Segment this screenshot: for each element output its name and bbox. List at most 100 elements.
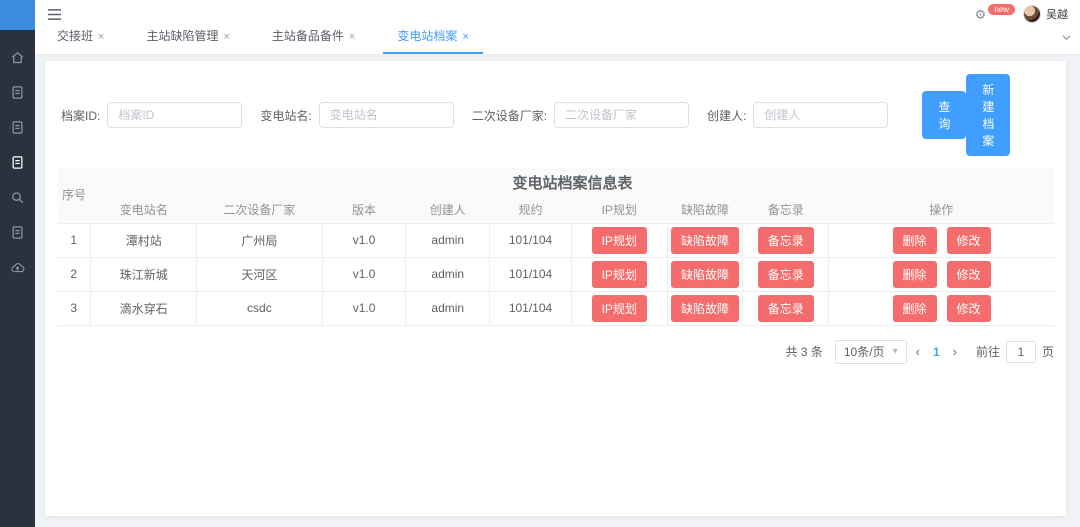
topbar: ⚙ new 吴越 [35, 0, 1080, 28]
archive-table: 序号 变电站档案信息表 变电站名 二次设备厂家 版本 创建人 规约 IP规划 [57, 167, 1054, 326]
ip-plan-button[interactable]: IP规划 [592, 295, 647, 322]
main-area: ⚙ new 吴越 交接班× 主站缺陷管理× 主站备品备件× 变电站档案 × 档案ID: [35, 0, 1080, 527]
sidebar-menu [0, 30, 35, 287]
column-header-vendor: 二次设备厂家 [197, 197, 323, 223]
creator-label: 创建人: [707, 107, 746, 124]
tab-2[interactable]: 主站备品备件× [258, 27, 369, 54]
creator-cell: admin [406, 257, 490, 291]
current-page[interactable]: 1 [929, 345, 944, 359]
sidebar-item-4[interactable] [0, 182, 35, 217]
column-header-ip-plan: IP规划 [571, 197, 667, 223]
vendor-cell: 天河区 [197, 257, 323, 291]
document-icon [10, 155, 25, 175]
prev-page-button[interactable]: ‹ [907, 344, 929, 359]
app-window: ⚙ new 吴越 交接班× 主站缺陷管理× 主站备品备件× 变电站档案 × 档案ID: [0, 0, 1080, 527]
hamburger-menu-icon[interactable] [47, 8, 62, 21]
sidebar-item-5[interactable] [0, 217, 35, 252]
tab-3[interactable]: 变电站档案 × [383, 27, 482, 54]
search-button[interactable]: 查询 [922, 91, 966, 139]
memo-button-cell: 备忘录 [743, 223, 829, 257]
column-header-station: 变电站名 [91, 197, 197, 223]
new-badge[interactable]: new [988, 4, 1015, 15]
sidebar-item-3[interactable] [0, 147, 35, 182]
table-row: 3滴水穿石csdcv1.0admin101/104IP规划缺陷故障备忘录删除修改 [57, 291, 1054, 325]
ip-plan-button-cell: IP规划 [571, 223, 667, 257]
page-size-select[interactable]: 10条/页 ▾ [835, 340, 907, 364]
defect-button[interactable]: 缺陷故障 [671, 261, 739, 288]
close-icon[interactable]: × [462, 31, 468, 43]
actions-cell: 删除修改 [829, 223, 1054, 257]
edit-button[interactable]: 修改 [947, 261, 991, 288]
column-header-version: 版本 [322, 197, 406, 223]
station-cell: 潭村站 [91, 223, 197, 257]
creator-input[interactable] [753, 102, 888, 128]
content-area: 档案ID: 变电站名: 二次设备厂家: 创建人: [35, 55, 1080, 526]
sidebar-item-6[interactable] [0, 252, 35, 287]
username[interactable]: 吴越 [1046, 6, 1068, 22]
delete-button[interactable]: 删除 [893, 261, 937, 288]
archive-card: 档案ID: 变电站名: 二次设备厂家: 创建人: [45, 61, 1066, 516]
delete-button[interactable]: 删除 [893, 227, 937, 254]
memo-button[interactable]: 备忘录 [758, 261, 814, 288]
create-archive-button[interactable]: 新建档案 [966, 74, 1010, 156]
ip-plan-button[interactable]: IP规划 [592, 261, 647, 288]
document-icon [10, 85, 25, 105]
defect-button[interactable]: 缺陷故障 [671, 295, 739, 322]
memo-button-cell: 备忘录 [743, 291, 829, 325]
version-cell: v1.0 [322, 257, 406, 291]
tab-label: 变电站档案 [397, 29, 457, 43]
ip-plan-button[interactable]: IP规划 [592, 227, 647, 254]
memo-button-cell: 备忘录 [743, 257, 829, 291]
close-icon[interactable]: × [98, 31, 104, 43]
station-cell: 珠江新城 [91, 257, 197, 291]
ip-plan-button-cell: IP规划 [571, 291, 667, 325]
edit-button[interactable]: 修改 [947, 295, 991, 322]
app-logo [0, 0, 35, 30]
edit-button[interactable]: 修改 [947, 227, 991, 254]
version-cell: v1.0 [322, 223, 406, 257]
column-header-defect: 缺陷故障 [667, 197, 743, 223]
defect-button[interactable]: 缺陷故障 [671, 227, 739, 254]
sidebar-item-0[interactable] [0, 42, 35, 77]
defect-button-cell: 缺陷故障 [667, 257, 743, 291]
vendor-cell: 广州局 [197, 223, 323, 257]
seq-cell: 1 [57, 223, 91, 257]
station-name-input[interactable] [319, 102, 454, 128]
station-name-label: 变电站名: [260, 107, 311, 124]
table-row: 1潭村站广州局v1.0admin101/104IP规划缺陷故障备忘录删除修改 [57, 223, 1054, 257]
delete-button[interactable]: 删除 [893, 295, 937, 322]
sidebar-item-2[interactable] [0, 112, 35, 147]
column-header-creator: 创建人 [406, 197, 490, 223]
creator-cell: admin [406, 223, 490, 257]
cloud-upload-icon [10, 260, 25, 280]
archive-id-input[interactable] [107, 102, 242, 128]
next-page-button[interactable]: › [944, 344, 966, 359]
close-icon[interactable]: × [349, 31, 355, 43]
vendor-cell: csdc [197, 291, 323, 325]
vendor-input[interactable] [554, 102, 689, 128]
tab-bar: 交接班× 主站缺陷管理× 主站备品备件× 变电站档案 × [35, 28, 1080, 55]
chevron-down-icon[interactable] [1061, 30, 1072, 48]
version-cell: v1.0 [322, 291, 406, 325]
filter-field-station-name: 变电站名: [260, 102, 453, 128]
avatar[interactable] [1023, 5, 1041, 23]
pagination: 共 3 条 10条/页 ▾ ‹ 1 › 前往 页 [57, 340, 1054, 364]
goto-page-input[interactable] [1006, 341, 1036, 363]
column-header-seq: 序号 [57, 167, 91, 223]
memo-button[interactable]: 备忘录 [758, 295, 814, 322]
archive-id-label: 档案ID: [61, 107, 100, 124]
search-icon [10, 190, 25, 210]
close-icon[interactable]: × [223, 31, 229, 43]
memo-button[interactable]: 备忘录 [758, 227, 814, 254]
sidebar-item-1[interactable] [0, 77, 35, 112]
table-title: 变电站档案信息表 [512, 175, 632, 192]
tab-1[interactable]: 主站缺陷管理× [132, 27, 243, 54]
creator-cell: admin [406, 291, 490, 325]
goto-suffix: 页 [1042, 343, 1054, 360]
filter-field-creator: 创建人: [707, 102, 888, 128]
gear-icon[interactable]: ⚙ [975, 8, 987, 21]
seq-cell: 3 [57, 291, 91, 325]
document-icon [10, 120, 25, 140]
column-header-memo: 备忘录 [743, 197, 829, 223]
tab-0[interactable]: 交接班× [43, 27, 118, 54]
